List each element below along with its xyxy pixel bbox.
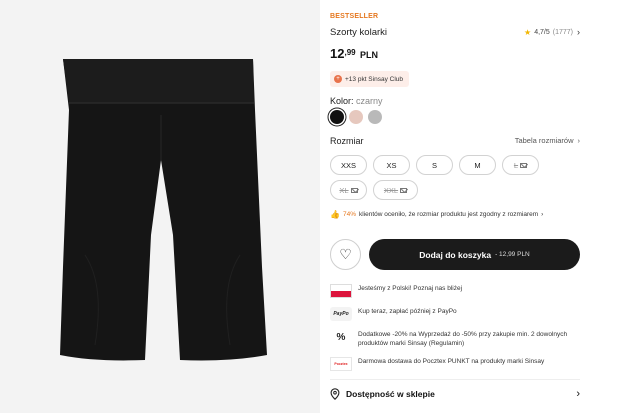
benefit-discount[interactable]: % Dodatkowe -20% na Wyprzedaż do -50% pr… [330,330,580,348]
color-value: czarny [356,96,383,106]
size-option-xxl[interactable]: XXL [373,180,418,200]
store-availability[interactable]: Dostępność w sklepie › [330,388,580,400]
color-label: Kolor: czarny [330,96,383,106]
chevron-right-icon: › [577,136,581,145]
benefit-polish-brand[interactable]: Jesteśmy z Polski! Poznaj nas bliżej [330,284,580,298]
add-to-wishlist-button[interactable]: ♡ [330,239,361,270]
product-gallery [0,0,320,413]
add-to-cart-price: - 12,99 PLN [495,251,530,258]
fit-text: klientów oceniło, że rozmiar produktu je… [358,211,539,218]
color-label-text: Kolor: [330,96,354,106]
product-price: 12,99 PLN [330,45,378,63]
product-image[interactable] [55,55,270,370]
size-option-s[interactable]: S [416,155,453,175]
polish-flag-icon [330,284,352,298]
notify-envelope-icon [400,187,408,193]
size-option-xl[interactable]: XL [330,180,367,200]
price-currency: PLN [360,50,379,60]
price-cents: ,99 [344,48,356,57]
chevron-right-icon: › [576,388,580,400]
paypo-icon: PayPo [330,307,352,321]
size-option-xs[interactable]: XS [373,155,410,175]
rating-count: (1777) [552,28,573,36]
size-options: XXS XS S M L XL XXL [330,155,580,205]
notify-envelope-icon [520,162,528,168]
swatch-black[interactable] [330,110,344,124]
rating-value: 4,7/5 [534,28,550,36]
sinsay-club-icon: + [334,75,342,83]
heart-icon: ♡ [339,246,352,262]
location-pin-icon [330,388,340,400]
thumbs-up-icon: 👍 [330,210,340,219]
benefit-text: Dodatkowe -20% na Wyprzedaż do -50% przy… [358,331,568,347]
chevron-right-icon: › [541,211,544,218]
benefits-list: Jesteśmy z Polski! Poznaj nas bliżej Pay… [330,284,580,380]
chevron-right-icon: › [577,27,580,37]
size-label: Rozmiar [330,136,364,146]
divider [330,379,580,380]
fit-percent: 74% [342,211,356,218]
notify-envelope-icon [350,187,358,193]
color-swatches [330,110,382,124]
benefit-text: Jesteśmy z Polski! Poznaj nas bliżej [358,285,463,292]
star-icon: ★ [524,27,532,37]
price-main: 12 [330,46,345,61]
benefit-text: Darmowa dostawa do Pocztex PUNKT na prod… [358,358,545,365]
size-fit-info[interactable]: 👍 74% klientów oceniło, że rozmiar produ… [330,210,543,219]
club-points-text: +13 pkt Sinsay Club [345,75,403,83]
benefit-text: Kup teraz, zapłać później z PayPo [358,308,457,315]
club-points-badge: + +13 pkt Sinsay Club [330,71,409,87]
product-details: BESTSELLER Szorty kolarki ★ 4,7/5 (1777)… [330,0,580,413]
size-table-link[interactable]: Tabela rozmiarów › [515,136,580,145]
benefit-paypo[interactable]: PayPo Kup teraz, zapłać później z PayPo [330,307,580,321]
size-table-label: Tabela rozmiarów [514,136,574,145]
percent-icon: % [336,331,346,343]
swatch-gray[interactable] [368,110,382,124]
pocztex-icon: Pocztex [330,357,352,371]
swatch-pink[interactable] [349,110,363,124]
availability-label: Dostępność w sklepie [346,389,435,399]
product-title: Szorty kolarki [330,27,388,38]
size-option-m[interactable]: M [459,155,496,175]
size-option-l[interactable]: L [502,155,539,175]
rating-summary[interactable]: ★ 4,7/5 (1777) › [524,27,580,37]
add-to-cart-label: Dodaj do koszyka [419,249,492,260]
bestseller-badge: BESTSELLER [330,13,379,20]
benefit-free-delivery[interactable]: Pocztex Darmowa dostawa do Pocztex PUNKT… [330,357,580,371]
size-option-xxs[interactable]: XXS [330,155,367,175]
add-to-cart-button[interactable]: Dodaj do koszyka - 12,99 PLN [369,239,580,270]
